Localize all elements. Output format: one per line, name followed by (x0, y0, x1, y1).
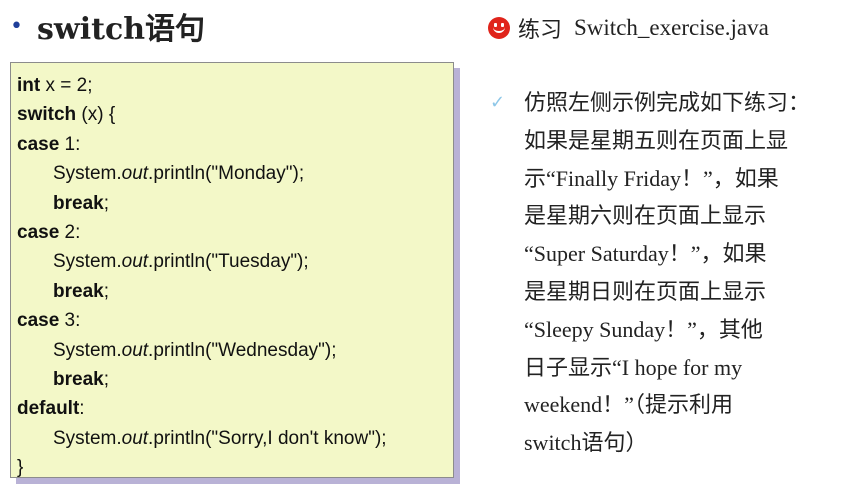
description-line: 是星期六则在页面上显示 (524, 203, 767, 229)
code-line: System.out.println("Tuesday"); (53, 251, 309, 273)
code-line: case 1: (17, 133, 81, 155)
description-line: 仿照左侧示例完成如下练习： (524, 90, 811, 115)
description-line: switch语句） (524, 430, 648, 456)
checkmark-icon: ✓ (490, 92, 506, 113)
code-line: } (17, 457, 24, 479)
exercise-label: 练习 (518, 18, 563, 43)
code-line: int x = 2; (17, 75, 93, 96)
exercise-description: 仿照左侧示例完成如下练习： 如果是星期五则在页面上显 示“Finally Fri… (524, 84, 843, 464)
description-line: 是星期日则在页面上显示 (524, 278, 767, 304)
code-line: break; (53, 280, 109, 302)
code-line: break; (53, 192, 109, 214)
code-example-box: int x = 2; switch (x) { case 1: System.o… (10, 62, 454, 478)
code-line: System.out.println("Sorry,I don't know")… (53, 427, 387, 449)
code-line: default: (17, 398, 85, 420)
exercise-filename: Switch_exercise.java (574, 15, 769, 40)
code-line: System.out.println("Monday"); (53, 163, 305, 185)
description-line: 示“Finally Friday！”，如果 (524, 165, 779, 191)
title-text: switch语句 (36, 12, 206, 47)
code-line: System.out.println("Wednesday"); (53, 339, 337, 361)
bullet-icon: • (10, 13, 23, 39)
code-line: case 3: (17, 310, 81, 332)
description-line: weekend！”（提示利用 (524, 392, 733, 418)
smiley-icon (488, 17, 510, 39)
code-line: break; (53, 368, 109, 390)
description-line: “Super Saturday！”，如果 (524, 241, 767, 267)
code-line: case 2: (17, 221, 81, 243)
description-line: 日子显示“I hope for my (524, 354, 743, 380)
code-line: switch (x) { (17, 104, 116, 126)
exercise-header: 练习 Switch_exercise.java (488, 10, 769, 46)
description-line: 如果是星期五则在页面上显 (524, 127, 789, 153)
description-line: “Sleepy Sunday！”，其他 (524, 316, 763, 342)
slide-title: • switch语句 (10, 6, 206, 47)
